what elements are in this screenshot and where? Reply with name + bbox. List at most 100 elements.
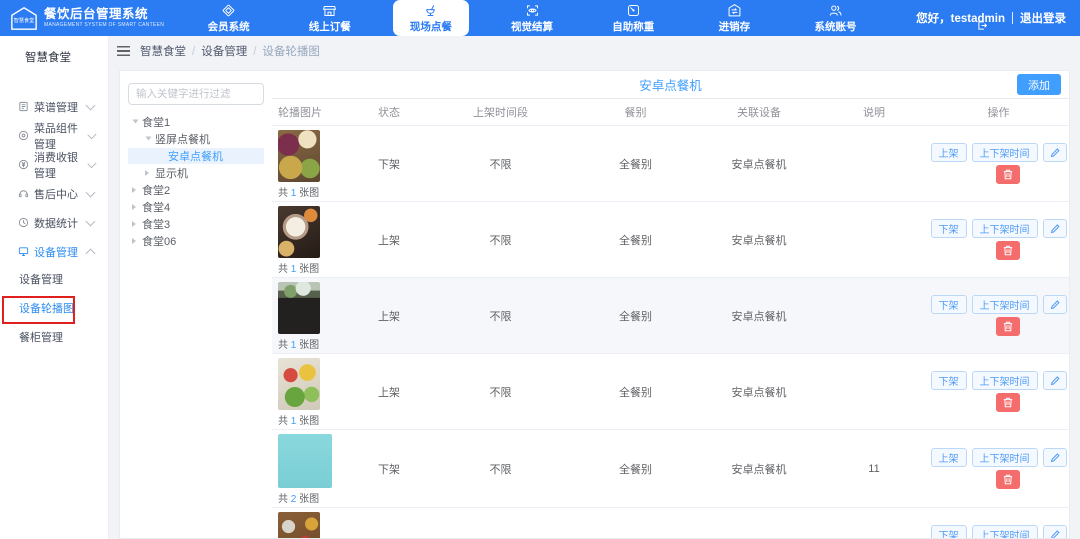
breadcrumb-separator: / xyxy=(192,46,195,58)
tree-node-label: 食堂4 xyxy=(142,199,170,215)
breadcrumb: 智慧食堂/设备管理/设备轮播图 xyxy=(140,43,320,59)
recipe-icon xyxy=(18,101,29,112)
tree-node[interactable]: 食堂4 xyxy=(128,199,264,215)
image-count: 共 1 张图 xyxy=(278,184,350,199)
sidebar-item[interactable]: 菜谱管理 xyxy=(0,92,108,121)
toggle-shelf-button[interactable]: 下架 xyxy=(931,219,967,238)
onsite-order-icon xyxy=(423,3,438,18)
svg-text:智慧食堂: 智慧食堂 xyxy=(14,16,35,24)
delete-button[interactable] xyxy=(996,317,1020,336)
add-button[interactable]: 添加 xyxy=(1017,74,1061,95)
toggle-shelf-button[interactable]: 下架 xyxy=(931,525,967,539)
image-count: 共 1 张图 xyxy=(278,336,350,351)
meal-type-value: 全餐别 xyxy=(573,384,698,400)
app-root: 智慧食堂 餐饮后台管理系统 MANAGEMENT SYSTEM OF SMART… xyxy=(0,0,1080,539)
sidebar-subitem[interactable]: 设备管理 xyxy=(0,266,108,295)
inventory-icon xyxy=(727,3,742,18)
time-range-value: 不限 xyxy=(428,156,573,172)
delete-button[interactable] xyxy=(996,470,1020,489)
divider xyxy=(1012,12,1013,24)
carousel-image[interactable] xyxy=(278,358,320,410)
column-header: 操作 xyxy=(928,104,1069,120)
carousel-image[interactable] xyxy=(278,282,320,334)
nav-online[interactable]: 线上订餐 xyxy=(292,0,368,36)
edit-button[interactable] xyxy=(1043,143,1067,162)
schedule-button[interactable]: 上下架时间 xyxy=(972,371,1038,390)
sidebar-subitem[interactable]: 餐柜管理 xyxy=(0,324,108,353)
nav-label: 线上订餐 xyxy=(309,19,351,34)
logo-house-icon: 智慧食堂 xyxy=(10,6,38,31)
time-range-value: 不限 xyxy=(428,308,573,324)
edit-button[interactable] xyxy=(1043,448,1067,467)
delete-button[interactable] xyxy=(996,165,1020,184)
sidebar-item[interactable]: 消费收银管理 xyxy=(0,150,108,179)
breadcrumb-item[interactable]: 智慧食堂 xyxy=(140,46,186,58)
sidebar-item[interactable]: 售后中心 xyxy=(0,179,108,208)
tree-node[interactable]: 食堂1 xyxy=(128,114,264,130)
tree-node[interactable]: 安卓点餐机 xyxy=(128,148,264,164)
sidebar-item[interactable]: 设备管理 xyxy=(0,237,108,266)
carousel-image[interactable] xyxy=(278,130,320,182)
toggle-shelf-button[interactable]: 上架 xyxy=(931,143,967,162)
breadcrumb-item[interactable]: 设备轮播图 xyxy=(262,46,320,58)
sidebar-item-label: 售后中心 xyxy=(34,186,78,202)
actions-cell: 上架 上下架时间 xyxy=(928,448,1069,489)
logout-link[interactable]: 退出登录 xyxy=(1020,10,1066,26)
status-value: 上架 xyxy=(350,308,428,324)
tree-search-input[interactable] xyxy=(128,83,264,105)
edit-button[interactable] xyxy=(1043,525,1067,539)
schedule-button[interactable]: 上下架时间 xyxy=(972,448,1038,467)
schedule-button[interactable]: 上下架时间 xyxy=(972,219,1038,238)
chevron-icon xyxy=(87,159,96,168)
carousel-image[interactable] xyxy=(278,512,320,539)
sidebar-subitem[interactable]: 设备轮播图 xyxy=(0,295,108,324)
tree-node-label: 显示机 xyxy=(155,165,188,181)
caret-icon xyxy=(132,204,139,210)
nav-member[interactable]: 会员系统 xyxy=(191,0,267,36)
collapse-menu-icon[interactable] xyxy=(117,46,130,56)
trash-icon xyxy=(1003,321,1013,332)
toggle-shelf-button[interactable]: 上架 xyxy=(931,448,967,467)
edit-button[interactable] xyxy=(1043,371,1067,390)
breadcrumb-item[interactable]: 设备管理 xyxy=(201,46,247,58)
tree-node[interactable]: 竖屏点餐机 xyxy=(128,131,264,147)
meal-type-value: 全餐别 xyxy=(573,232,698,248)
carousel-image[interactable] xyxy=(278,206,320,258)
schedule-button[interactable]: 上下架时间 xyxy=(972,295,1038,314)
body: 智慧食堂 菜谱管理 菜品组件管理 消费收银管理 售后中心 数据统计 设备管理 设… xyxy=(0,36,1080,539)
tree-node[interactable]: 食堂2 xyxy=(128,182,264,198)
table-row: 共 1 张图 上架 不限 全餐别 安卓点餐机 下架 上下架时间 xyxy=(272,202,1069,278)
time-range-value: 不限 xyxy=(428,384,573,400)
tree-node[interactable]: 显示机 xyxy=(128,165,264,181)
toggle-shelf-button[interactable]: 下架 xyxy=(931,371,967,390)
image-count: 共 2 张图 xyxy=(278,490,350,505)
nav-visual[interactable]: 视觉结算 xyxy=(494,0,570,36)
tree-node-label: 食堂3 xyxy=(142,216,170,232)
nav-account[interactable]: 系统账号 xyxy=(798,0,874,36)
linked-device-value: 安卓点餐机 xyxy=(698,461,820,477)
delete-button[interactable] xyxy=(996,393,1020,412)
nav-inventory[interactable]: 进销存 xyxy=(696,0,772,36)
logout-icon[interactable] xyxy=(978,21,987,30)
sidebar-item[interactable]: 菜品组件管理 xyxy=(0,121,108,150)
trash-icon xyxy=(1003,474,1013,485)
delete-button[interactable] xyxy=(996,241,1020,260)
sidebar-item-label: 菜谱管理 xyxy=(34,99,78,115)
nav-label: 进销存 xyxy=(719,19,751,34)
nav-onsite[interactable]: 现场点餐 xyxy=(393,0,469,36)
sidebar-item[interactable]: 数据统计 xyxy=(0,208,108,237)
schedule-button[interactable]: 上下架时间 xyxy=(972,143,1038,162)
nav-weigh[interactable]: 自助称重 xyxy=(595,0,671,36)
toggle-shelf-button[interactable]: 下架 xyxy=(931,295,967,314)
chevron-icon xyxy=(87,130,96,139)
sidebar-subitem-label: 设备管理 xyxy=(19,274,63,286)
tree-node[interactable]: 食堂3 xyxy=(128,216,264,232)
column-header: 状态 xyxy=(350,104,428,120)
carousel-image[interactable] xyxy=(278,434,332,488)
schedule-button[interactable]: 上下架时间 xyxy=(972,525,1038,539)
edit-button[interactable] xyxy=(1043,219,1067,238)
table-title: 安卓点餐机 xyxy=(639,75,702,94)
edit-button[interactable] xyxy=(1043,295,1067,314)
column-header: 关联设备 xyxy=(698,104,820,120)
tree-node[interactable]: 食堂06 xyxy=(128,233,264,249)
